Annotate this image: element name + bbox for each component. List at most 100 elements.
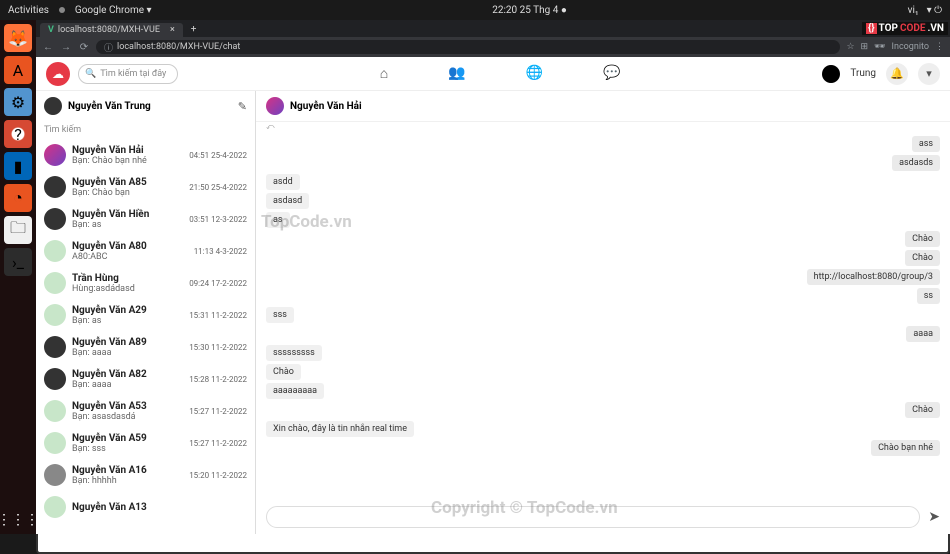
conversation-item[interactable]: Nguyễn Văn A82 Bạn: aaaa 15:28 11-2-2022: [36, 363, 255, 395]
conversation-name: Nguyễn Văn Hải: [72, 145, 183, 156]
site-info-icon[interactable]: ⓘ: [104, 41, 113, 54]
message-bubble[interactable]: Chào: [905, 250, 940, 266]
user-name-label[interactable]: Trung: [850, 68, 876, 79]
back-icon[interactable]: ←: [42, 42, 54, 53]
conversation-preview: Bạn: sss: [72, 444, 183, 454]
conversation-item[interactable]: Trần Hùng Hùng:asdádasd 09:24 17-2-2022: [36, 267, 255, 299]
dock-vscode-icon[interactable]: ▮: [4, 152, 32, 180]
sidebar-search-input[interactable]: Tìm kiếm: [36, 121, 255, 139]
me-name: Nguyễn Văn Trung: [68, 101, 232, 112]
message-bubble[interactable]: asdd: [266, 174, 300, 190]
conversation-name: Nguyễn Văn A80: [72, 241, 188, 252]
conversations-list: Nguyễn Văn Hải Bạn: Chào bạn nhé 04:51 2…: [36, 139, 255, 534]
badge-code: CODE: [900, 23, 926, 34]
conversation-avatar: [44, 432, 66, 454]
reload-icon[interactable]: ⟳: [78, 42, 90, 53]
menu-icon[interactable]: ⋮: [935, 42, 944, 52]
activities-label[interactable]: Activities: [8, 5, 49, 16]
browser-tab[interactable]: V localhost:8080/MXH-VUE ×: [40, 23, 183, 37]
message-outgoing: Chào: [266, 250, 940, 266]
account-menu-icon[interactable]: ▾: [918, 63, 940, 85]
conversation-avatar: [44, 272, 66, 294]
extensions-icon[interactable]: ⊞: [861, 42, 869, 52]
dock-files-icon[interactable]: 🗀: [4, 216, 32, 244]
conversation-item[interactable]: Nguyễn Văn A85 Bạn: Chào bạn 21:50 25-4-…: [36, 171, 255, 203]
global-search-input[interactable]: 🔍 Tìm kiếm tại đây: [78, 64, 178, 84]
message-incoming: asdd: [266, 174, 940, 190]
conversation-item[interactable]: Nguyễn Văn A59 Bạn: sss 15:27 11-2-2022: [36, 427, 255, 459]
conversation-preview: Hùng:asdádasd: [72, 284, 183, 294]
message-bubble[interactable]: aaaaaaaaa: [266, 383, 324, 399]
message-bubble[interactable]: http://localhost:8080/group/3: [807, 269, 940, 285]
conversation-name: Nguyễn Văn A16: [72, 465, 183, 476]
search-placeholder: Tìm kiếm tại đây: [100, 69, 166, 79]
conversation-avatar: [44, 240, 66, 262]
conversation-avatar: [44, 144, 66, 166]
conversation-name: Nguyễn Văn Hiền: [72, 209, 183, 220]
message-bubble[interactable]: sss: [266, 307, 294, 323]
message-bubble[interactable]: as: [266, 212, 290, 228]
topcode-badge: {} TOPCODE.VN: [862, 22, 948, 35]
conversation-preview: Bạn: Chào bạn nhé: [72, 156, 183, 166]
message-bubble[interactable]: Chào: [905, 231, 940, 247]
vue-favicon-icon: V: [48, 25, 54, 35]
message-bubble[interactable]: ass: [912, 136, 940, 152]
friends-icon[interactable]: 👥: [448, 65, 465, 82]
message-bubble[interactable]: Xin chào, đây là tin nhắn real time: [266, 421, 414, 437]
address-bar[interactable]: ⓘ localhost:8080/MXH-VUE/chat: [96, 40, 840, 54]
app-logo-icon[interactable]: ☁: [46, 62, 70, 86]
conversation-avatar: [44, 400, 66, 422]
conversation-preview: Bạn: hhhhh: [72, 476, 183, 486]
messages-icon[interactable]: 💬: [603, 65, 620, 82]
dock-tool-icon[interactable]: ⚙: [4, 88, 32, 116]
partner-avatar[interactable]: [266, 97, 284, 115]
new-tab-button[interactable]: +: [191, 24, 197, 35]
message-bubble[interactable]: sssssssss: [266, 345, 322, 361]
dock-help-icon[interactable]: ?: [4, 120, 32, 148]
dock-software-icon[interactable]: A: [4, 56, 32, 84]
search-icon: 🔍: [85, 69, 96, 79]
message-outgoing: http://localhost:8080/group/3: [266, 269, 940, 285]
conversation-item[interactable]: Nguyễn Văn A13: [36, 491, 255, 523]
conversation-item[interactable]: Nguyễn Văn Hiền Bạn: as 03:51 12-3-2022: [36, 203, 255, 235]
dock-firefox-icon[interactable]: 🦊: [4, 24, 32, 52]
globe-icon[interactable]: 🌐: [526, 65, 543, 82]
messages-scroll[interactable]: ass asdasds asdd asdasd as Chào Chào http://loc…: [256, 132, 950, 500]
conversation-item[interactable]: Nguyễn Văn A16 Bạn: hhhhh 15:20 11-2-202…: [36, 459, 255, 491]
conversation-preview: Bạn: asasdasdá: [72, 412, 183, 422]
network-icon[interactable]: ▾ ⏻: [927, 5, 942, 16]
me-avatar[interactable]: [44, 97, 62, 115]
tab-close-icon[interactable]: ×: [170, 25, 175, 35]
conversation-time: 15:20 11-2-2022: [189, 471, 247, 480]
conversation-item[interactable]: Nguyễn Văn A89 Bạn: aaaa 15:30 11-2-2022: [36, 331, 255, 363]
conversation-avatar: [44, 368, 66, 390]
star-icon[interactable]: ☆: [846, 42, 854, 52]
user-avatar[interactable]: [822, 65, 840, 83]
message-bubble[interactable]: asdasds: [892, 155, 940, 171]
os-clock[interactable]: 22:20 25 Thg 4 ●: [152, 5, 908, 16]
conversation-time: 09:24 17-2-2022: [189, 279, 247, 288]
compose-icon[interactable]: ✎: [238, 100, 247, 113]
message-bubble[interactable]: ss: [917, 288, 940, 304]
message-bubble[interactable]: Chào: [266, 364, 301, 380]
dock-terminal-icon[interactable]: ›_: [4, 248, 32, 276]
message-bubble[interactable]: Chào: [905, 402, 940, 418]
home-icon[interactable]: ⌂: [380, 65, 388, 82]
conversation-item[interactable]: Nguyễn Văn A53 Bạn: asasdasdá 15:27 11-2…: [36, 395, 255, 427]
app-indicator[interactable]: Google Chrome ▾: [75, 5, 152, 16]
message-bubble[interactable]: asdasd: [266, 193, 309, 209]
message-bubble[interactable]: Chào bạn nhé: [871, 440, 940, 456]
chrome-indicator-icon: [59, 7, 65, 13]
dock-ubuntu-icon[interactable]: ◔: [4, 184, 32, 212]
send-icon[interactable]: ➤: [928, 509, 940, 525]
dock-apps-grid-icon[interactable]: ⋮⋮⋮: [0, 512, 39, 528]
notifications-icon[interactable]: 🔔: [886, 63, 908, 85]
conversation-item[interactable]: Nguyễn Văn A29 Bạn: as 15:31 11-2-2022: [36, 299, 255, 331]
conversation-time: 03:51 12-3-2022: [189, 215, 247, 224]
lang-indicator[interactable]: vi₁: [908, 5, 919, 16]
message-bubble[interactable]: aaaa: [906, 326, 940, 342]
message-input[interactable]: [266, 506, 920, 528]
conversation-item[interactable]: Nguyễn Văn Hải Bạn: Chào bạn nhé 04:51 2…: [36, 139, 255, 171]
message-outgoing: ass: [266, 136, 940, 152]
conversation-item[interactable]: Nguyễn Văn A80 A80:ABC 11:13 4-3-2022: [36, 235, 255, 267]
